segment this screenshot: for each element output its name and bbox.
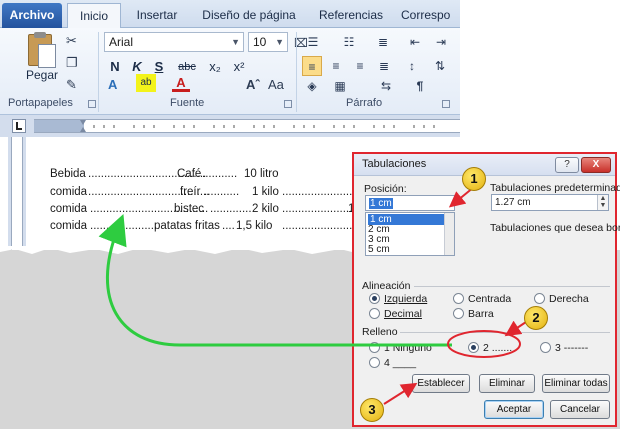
horizontal-ruler-area — [0, 115, 460, 137]
bullets-icon[interactable]: ☰ — [303, 32, 323, 52]
font-name-combo[interactable]: Arial ▼ — [104, 32, 244, 52]
text-direction-icon[interactable]: ⇆ — [376, 76, 396, 96]
superscript-button[interactable]: x² — [230, 58, 248, 76]
numbering-icon[interactable]: ☷ — [339, 32, 359, 52]
copy-icon[interactable]: ❐ — [66, 56, 78, 70]
cancel-button[interactable]: Cancelar — [550, 400, 610, 419]
help-button[interactable]: ? — [555, 157, 579, 173]
tab-referencias[interactable]: Referencias — [311, 3, 391, 28]
increase-indent-icon[interactable]: ⇥ — [431, 32, 451, 52]
sort-icon[interactable]: ⇅ — [430, 56, 450, 76]
text-effects-icon[interactable]: A — [108, 78, 117, 92]
justify-icon[interactable]: ≣ — [374, 56, 394, 76]
show-marks-icon[interactable]: ¶ — [410, 76, 430, 96]
clear-button[interactable]: Eliminar — [479, 374, 535, 393]
tab-correspondencia[interactable]: Correspo — [401, 3, 460, 28]
callout-badge-2: 2 — [524, 306, 548, 330]
clear-tabs-label: Tabulaciones que desea borrar: — [490, 222, 620, 234]
line-spacing-icon[interactable]: ↕ — [402, 56, 422, 76]
align-bar-label: Barra — [468, 308, 494, 320]
paragraph-launcher-icon[interactable] — [442, 100, 450, 108]
close-button[interactable]: X — [581, 157, 611, 173]
multilevel-list-icon[interactable]: ≣ — [373, 32, 393, 52]
tab-inicio[interactable]: Inicio — [67, 3, 121, 29]
chevron-down-icon: ▼ — [231, 37, 240, 47]
format-painter-icon[interactable]: ✎ — [66, 78, 77, 92]
align-left-radio[interactable] — [369, 293, 380, 304]
borders-icon[interactable]: ▦ — [330, 76, 350, 96]
change-case-icon[interactable]: Aa — [268, 78, 284, 92]
list-item[interactable]: 5 cm — [368, 244, 390, 255]
clipboard-group-label: Portapapeles — [8, 97, 73, 109]
tab-selector-button[interactable] — [12, 119, 26, 133]
font-size-combo[interactable]: 10 ▼ — [248, 32, 288, 52]
dialog-title: Tabulaciones — [362, 158, 427, 170]
callout-badge-1: 1 — [462, 167, 486, 191]
leader-dashes-label: 3 ------- — [555, 342, 589, 354]
ruler-ticks — [80, 120, 435, 132]
tabs-dialog: Tabulaciones ? X Posición: 1 cm 1 cm 2 c… — [352, 152, 620, 427]
align-left-label: Izquierda — [384, 293, 428, 305]
align-bar-radio[interactable] — [453, 308, 464, 319]
alignment-label: Alineación — [362, 280, 411, 292]
align-right-icon[interactable]: ≡ — [350, 56, 370, 76]
set-button[interactable]: Establecer — [412, 374, 470, 393]
position-input-value: 1 cm — [369, 198, 393, 209]
callout-badge-3: 3 — [360, 398, 384, 422]
default-tabs-value: 1.27 cm — [495, 197, 531, 208]
chevron-down-icon: ▼ — [275, 37, 284, 47]
default-tabs-input[interactable]: 1.27 cm ▲ ▼ — [491, 194, 609, 211]
spinner-icon[interactable]: ▲ ▼ — [597, 195, 608, 210]
subscript-button[interactable]: x₂ — [206, 58, 224, 76]
font-size-value: 10 — [253, 35, 267, 49]
position-list[interactable]: 1 cm 2 cm 3 cm 5 cm — [365, 212, 455, 256]
cut-icon[interactable]: ✂ — [66, 34, 77, 48]
shading-icon[interactable]: ◈ — [302, 76, 322, 96]
ribbon-tab-bar: Archivo Inicio Insertar Diseño de página… — [0, 0, 460, 29]
position-input[interactable]: 1 cm — [365, 195, 455, 211]
vertical-ruler[interactable] — [8, 137, 26, 257]
paste-button[interactable] — [26, 32, 58, 70]
document-page[interactable]: Bebida .................................… — [30, 140, 387, 245]
tab-insertar[interactable]: Insertar — [126, 3, 188, 28]
paste-label: Pegar — [26, 68, 59, 82]
decrease-indent-icon[interactable]: ⇤ — [405, 32, 425, 52]
font-color-button[interactable]: A — [172, 74, 190, 92]
horizontal-ruler[interactable] — [34, 119, 460, 133]
leader-dashes-radio[interactable] — [540, 342, 551, 353]
align-left-button[interactable]: ≡ — [302, 56, 322, 76]
paragraph-group-label: Párrafo — [346, 97, 383, 109]
default-tabs-label: Tabulaciones predeterminadas: — [490, 182, 620, 194]
align-right-label: Derecha — [549, 293, 589, 305]
align-center-radio[interactable] — [453, 293, 464, 304]
leader-line-label: 4 ____ — [384, 357, 417, 369]
tab-diseno-pagina[interactable]: Diseño de página — [195, 3, 303, 28]
leader-none-label: 1 Ninguno — [384, 342, 432, 354]
position-label: Posición: — [364, 183, 407, 195]
leader-line-radio[interactable] — [369, 357, 380, 368]
align-center-icon[interactable]: ≡ — [326, 56, 346, 76]
align-decimal-label: Decimal — [384, 308, 422, 320]
leader-dots-label: 2 ....... — [483, 342, 513, 354]
ok-button[interactable]: Aceptar — [484, 400, 544, 419]
font-name-value: Arial — [109, 35, 134, 49]
highlight-button[interactable]: ab — [136, 74, 156, 92]
leader-dots-radio[interactable] — [468, 342, 479, 353]
grow-font-icon[interactable]: Aˆ — [246, 78, 260, 92]
left-tab-icon — [16, 122, 22, 130]
font-group-label: Fuente — [170, 97, 205, 109]
clear-all-button[interactable]: Eliminar todas — [542, 374, 610, 393]
align-center-label: Centrada — [468, 293, 512, 305]
leader-none-radio[interactable] — [369, 342, 380, 353]
list-scrollbar[interactable] — [444, 213, 454, 255]
font-launcher-icon[interactable] — [284, 100, 292, 108]
tab-archivo[interactable]: Archivo — [2, 3, 62, 28]
align-right-radio[interactable] — [534, 293, 545, 304]
clipboard-launcher-icon[interactable] — [88, 100, 96, 108]
ribbon: Pegar ✂ ❐ ✎ Portapapeles Arial ▼ 10 ▼ ⌧ … — [0, 28, 460, 115]
align-decimal-radio[interactable] — [369, 308, 380, 319]
bold-button[interactable]: N — [106, 58, 124, 76]
leader-label: Relleno — [362, 326, 398, 338]
